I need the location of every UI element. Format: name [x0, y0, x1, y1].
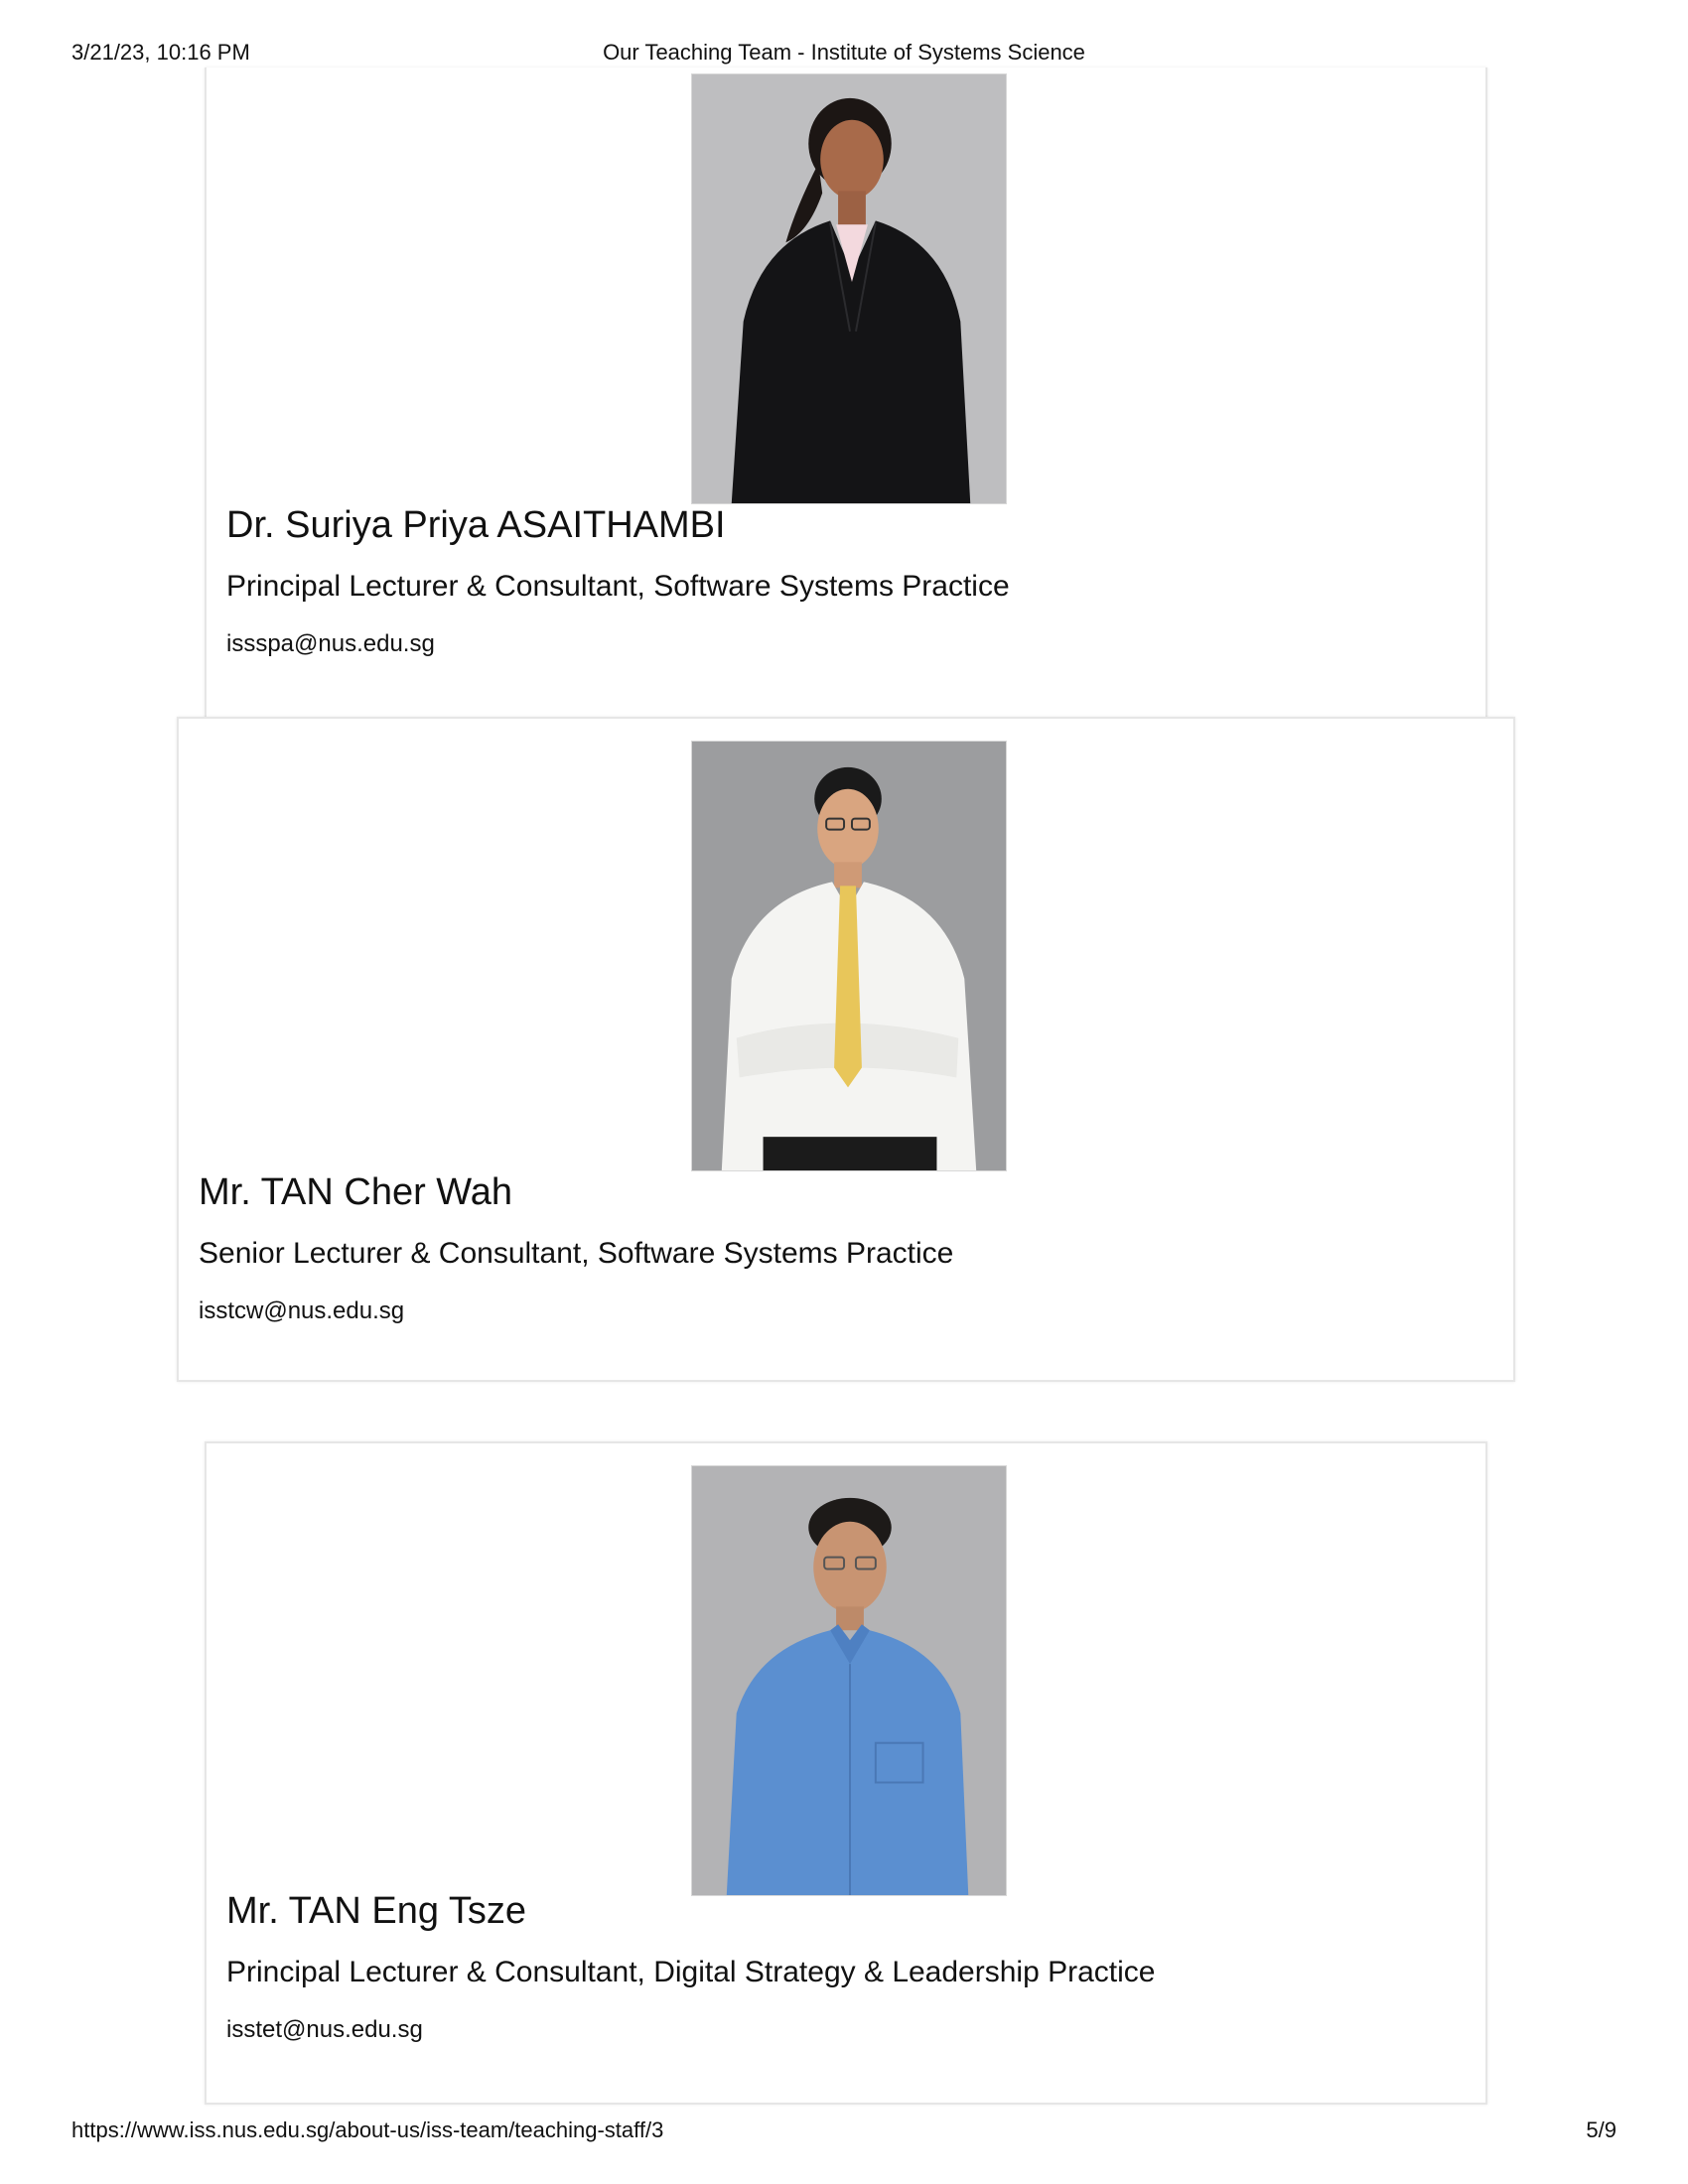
print-url: https://www.iss.nus.edu.sg/about-us/iss-… [71, 2117, 664, 2142]
print-page-number: 5/9 [1586, 2117, 1617, 2142]
staff-photo [691, 1465, 1007, 1896]
staff-email[interactable]: issspa@nus.edu.sg [226, 630, 435, 658]
staff-card: Dr. Suriya Priya ASAITHAMBI Principal Le… [205, 68, 1487, 723]
staff-card: Mr. TAN Eng Tsze Principal Lecturer & Co… [205, 1441, 1487, 2105]
staff-role: Principal Lecturer & Consultant, Digital… [226, 1956, 1156, 1988]
print-page-title: Our Teaching Team - Institute of Systems… [603, 40, 1085, 65]
staff-email[interactable]: isstcw@nus.edu.sg [199, 1297, 404, 1325]
staff-card: Mr. TAN Cher Wah Senior Lecturer & Consu… [177, 717, 1515, 1382]
staff-email[interactable]: isstet@nus.edu.sg [226, 2016, 423, 2044]
staff-name: Mr. TAN Cher Wah [199, 1171, 513, 1213]
staff-photo [691, 741, 1007, 1171]
staff-role: Senior Lecturer & Consultant, Software S… [199, 1237, 954, 1270]
staff-photo [691, 73, 1007, 504]
staff-role: Principal Lecturer & Consultant, Softwar… [226, 570, 1010, 603]
staff-name: Dr. Suriya Priya ASAITHAMBI [226, 504, 726, 546]
staff-name: Mr. TAN Eng Tsze [226, 1890, 526, 1932]
